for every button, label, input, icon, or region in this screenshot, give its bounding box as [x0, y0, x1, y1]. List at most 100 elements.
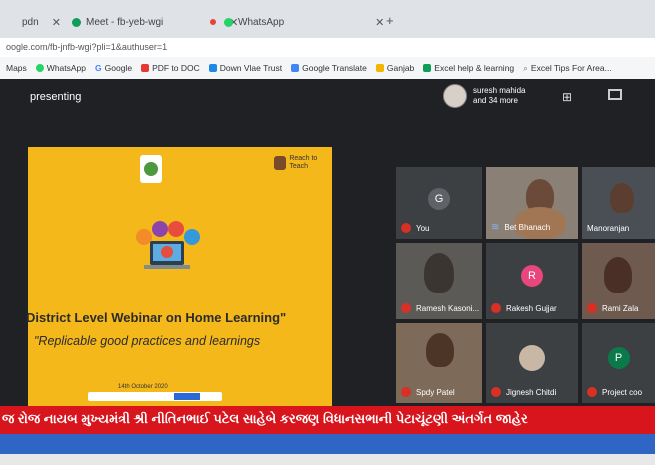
mic-off-icon [401, 303, 411, 313]
recording-dot-icon [210, 19, 217, 25]
mic-off-icon [491, 387, 501, 397]
mic-off-icon [401, 223, 411, 233]
participant-tile[interactable]: Manoranjan [582, 167, 655, 239]
participant-name: Jignesh Chitdi [506, 387, 557, 397]
bookmark-label: Google Translate [302, 63, 367, 73]
mic-off-icon [401, 387, 411, 397]
tab-1-label: pdn [22, 16, 39, 28]
tile-label: Manoranjan [587, 224, 629, 233]
close-icon[interactable]: ✕ [52, 16, 61, 29]
meet-window: presenting suresh mahida and 34 more ⊞ R… [0, 79, 655, 406]
tile-label: Ramesh Kasoni... [401, 303, 479, 313]
tile-label: ≋ Bet Bhanach [491, 222, 550, 233]
browser-tab-strip: pdn ✕ Meet - fb-yeb-wgi ✕ WhatsApp ✕ + [0, 0, 655, 38]
participant-tile[interactable]: P Project coo [582, 323, 655, 403]
hand-logo-icon [274, 156, 287, 170]
participant-name: Rami Zala [602, 303, 639, 313]
avatar: G [428, 187, 450, 210]
bookmark-down-vlae[interactable]: Down Vlae Trust [208, 63, 282, 73]
participants-text: suresh mahida and 34 more [473, 86, 525, 106]
participant-video [604, 257, 632, 293]
participant-tile[interactable]: Jignesh Chitdi [486, 323, 578, 403]
kids-laptop-illustration [136, 221, 200, 269]
presenting-label: presenting [30, 91, 82, 103]
participant-name: Bet Bhanach [504, 223, 551, 232]
bookmark-google[interactable]: G Google [95, 63, 132, 73]
participant-tile[interactable]: ≋ Bet Bhanach [486, 167, 578, 239]
bookmark-ganjab[interactable]: Ganjab [375, 63, 415, 73]
speaking-icon: ≋ [491, 222, 500, 233]
mic-off-icon [587, 303, 597, 313]
bookmark-label: Ganjab [386, 63, 415, 73]
chat-icon[interactable] [608, 89, 622, 100]
bookmark-label: PDF to DOC [152, 63, 200, 73]
bookmark-label: Maps [6, 63, 27, 73]
whatsapp-icon [35, 64, 44, 72]
mic-off-icon [491, 303, 501, 313]
bookmarks-bar: Maps WhatsApp G Google PDF to DOC Down Vl… [0, 57, 655, 79]
participant-name: Ramesh Kasoni... [416, 303, 480, 313]
tile-label: Rakesh Gujjar [491, 303, 557, 313]
slide-subtitle: "Replicable good practices and learnings [34, 334, 261, 348]
browser-tab-3[interactable]: WhatsApp ✕ [224, 11, 384, 33]
ticker-blue-bar [0, 434, 655, 454]
participants-summary[interactable]: suresh mahida and 34 more [443, 84, 525, 108]
participant-video [426, 333, 454, 367]
google-g-icon: G [95, 63, 102, 73]
mic-off-icon [587, 387, 597, 397]
participant-tile[interactable]: Spdy Patel [396, 323, 482, 403]
address-bar[interactable]: oogle.com/fb-jnfb-wgi?pli=1&authuser=1 [0, 38, 655, 57]
browser-tab-1[interactable]: pdn ✕ [22, 11, 61, 33]
avatar [519, 345, 545, 372]
reach-to-teach-logo: Reach to Teach [274, 155, 332, 171]
bookmark-pdf-to-doc[interactable]: PDF to DOC [141, 63, 200, 73]
participant-name: Spdy Patel [416, 387, 455, 397]
slide-date: 14th October 2020 [118, 384, 168, 390]
avatar: R [521, 265, 543, 288]
pdf-icon [141, 64, 150, 72]
bookmark-whatsapp[interactable]: WhatsApp [35, 63, 87, 73]
participant-name: Manoranjan [587, 224, 630, 233]
bookmark-label: Excel Tips For Area... [530, 63, 612, 73]
tab-2-label: Meet - fb-yeb-wgi [86, 16, 164, 28]
bookmark-google-translate[interactable]: Google Translate [291, 63, 367, 73]
bookmark-excel-help[interactable]: Excel help & learning [423, 63, 514, 73]
slide-button [174, 393, 200, 400]
slide-link-bar [88, 392, 222, 401]
link-icon: ⌕ [523, 62, 528, 73]
participant-tile[interactable]: Rami Zala [582, 243, 655, 319]
participant-video [424, 253, 454, 293]
avatar: P [607, 347, 630, 370]
tab-3-label: WhatsApp [238, 16, 285, 28]
rtt-text: Reach to Teach [289, 155, 318, 170]
close-icon[interactable]: ✕ [375, 16, 384, 29]
site-icon [208, 64, 217, 72]
whatsapp-favicon-icon [224, 17, 233, 27]
bookmark-label: Excel help & learning [434, 63, 515, 73]
tile-label: Project coo [587, 387, 642, 397]
site-icon [375, 64, 384, 72]
new-tab-icon[interactable]: + [386, 13, 394, 28]
participant-name: You [416, 223, 430, 233]
tile-label: Spdy Patel [401, 387, 455, 397]
participants-line2: and 34 more [473, 96, 518, 105]
layout-grid-icon[interactable]: ⊞ [562, 90, 572, 104]
tile-label: Rami Zala [587, 303, 638, 313]
slide-title: District Level Webinar on Home Learning" [26, 310, 287, 325]
participant-tile[interactable]: G You [396, 167, 482, 239]
school-logo-icon [140, 155, 162, 183]
participant-tile[interactable]: R Rakesh Gujjar [486, 243, 578, 319]
bookmark-maps[interactable]: Maps [6, 63, 27, 73]
avatar [443, 84, 467, 108]
bookmark-label: WhatsApp [46, 63, 87, 73]
bookmark-label: Google [104, 63, 133, 73]
participant-tile[interactable]: Ramesh Kasoni... [396, 243, 482, 319]
tile-label: You [401, 223, 430, 233]
participant-name: Rakesh Gujjar [506, 303, 557, 313]
meet-favicon-icon [72, 17, 81, 27]
presentation-slide: Reach to Teach District Level Webinar on… [26, 147, 332, 406]
browser-tab-2[interactable]: Meet - fb-yeb-wgi ✕ [72, 11, 238, 33]
tile-label: Jignesh Chitdi [491, 387, 556, 397]
bookmark-excel-tips[interactable]: ⌕ Excel Tips For Area... [523, 63, 612, 74]
bottom-strip [0, 454, 655, 465]
